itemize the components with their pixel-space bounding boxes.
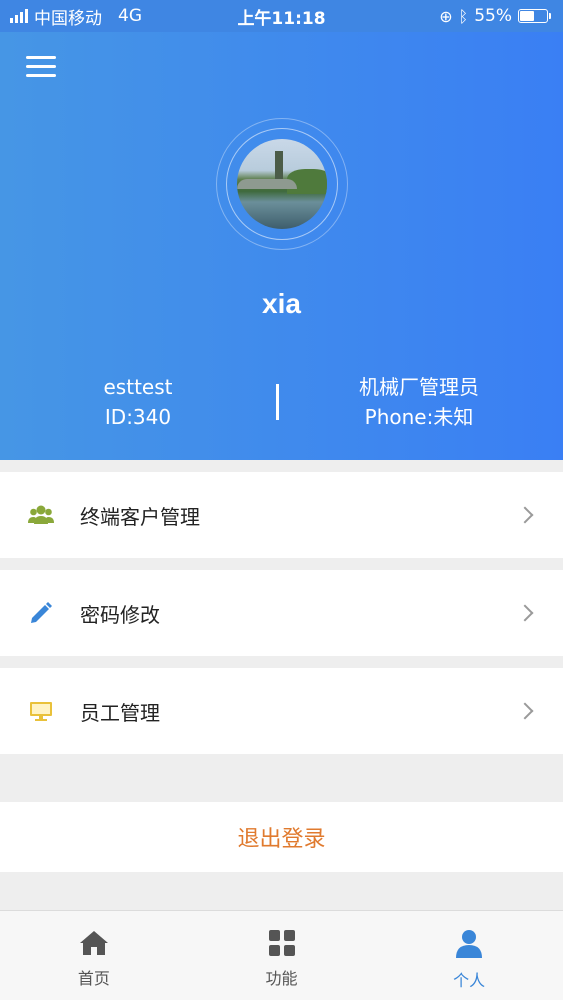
logout-button[interactable]: 退出登录 (0, 802, 563, 872)
account-id: ID:340 (104, 405, 172, 429)
chevron-right-icon (516, 702, 534, 720)
chevron-right-icon (516, 506, 534, 524)
battery-icon (518, 9, 551, 23)
bluetooth-icon: ᛒ (458, 6, 469, 26)
logout-label: 退出登录 (237, 827, 326, 852)
menu-item-label: 终端客户管理 (80, 504, 200, 529)
users-icon (28, 505, 54, 524)
monitor-icon (30, 702, 52, 721)
chevron-right-icon (516, 604, 534, 622)
battery-percent: 55% (474, 6, 512, 26)
grid-icon (268, 930, 295, 956)
tab-label: 首页 (77, 969, 110, 988)
phone-text: Phone:未知 (364, 405, 474, 429)
account-name: esttest (103, 375, 173, 399)
avatar[interactable] (237, 139, 327, 229)
menu-item-label: 员工管理 (80, 700, 160, 725)
home-icon (79, 931, 108, 955)
info-divider (276, 384, 279, 420)
menu-item-password-change[interactable]: 密码修改 (0, 570, 563, 656)
menu-item-customer-management[interactable]: 终端客户管理 (0, 472, 563, 558)
rotation-lock-icon: ⊕ (439, 6, 453, 26)
role-info: 机械厂管理员 Phone:未知 (319, 372, 519, 432)
signal-icon (10, 9, 28, 23)
status-bar: 中国移动 4G 上午11:18 ⊕ ᛒ 55% (0, 0, 563, 32)
tab-home[interactable]: 首页 (0, 911, 188, 1000)
role-text: 机械厂管理员 (359, 375, 479, 399)
tab-personal[interactable]: 个人 (375, 911, 563, 1000)
username: xia (262, 288, 301, 319)
person-icon (456, 930, 483, 958)
hamburger-menu-icon[interactable] (26, 56, 56, 80)
account-info: esttest ID:340 (38, 372, 238, 432)
network-text: 4G (118, 6, 142, 26)
menu-item-label: 密码修改 (80, 602, 160, 627)
menu-item-staff-management[interactable]: 员工管理 (0, 668, 563, 754)
pencil-icon (31, 602, 52, 623)
tab-label: 功能 (265, 969, 298, 988)
carrier-text: 中国移动 (34, 8, 102, 29)
tab-functions[interactable]: 功能 (188, 911, 376, 1000)
profile-header: xia esttest ID:340 机械厂管理员 Phone:未知 (0, 32, 563, 460)
bottom-tab-bar: 首页 功能 个人 (0, 910, 563, 1000)
tab-label: 个人 (453, 971, 486, 990)
status-time: 上午11:18 (237, 8, 326, 29)
